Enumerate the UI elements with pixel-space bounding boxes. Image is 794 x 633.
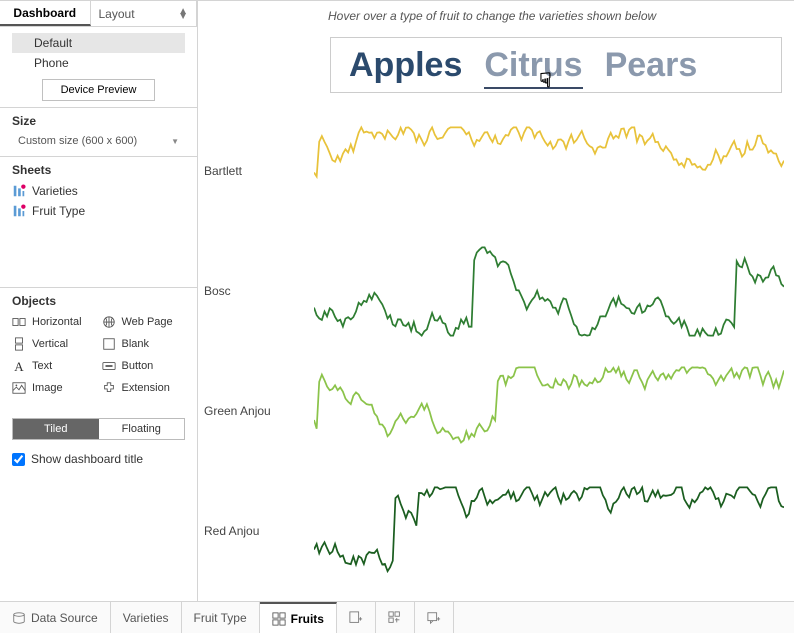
- device-phone[interactable]: Phone: [12, 53, 185, 73]
- sheet-icon: [12, 204, 26, 218]
- object-text[interactable]: AText: [12, 356, 96, 376]
- new-dashboard-button[interactable]: [376, 602, 415, 633]
- footer-sheet-fruit-type[interactable]: Fruit Type: [182, 602, 260, 633]
- sheet-varieties[interactable]: Varieties: [12, 181, 185, 201]
- sparkline-chart: [314, 119, 794, 224]
- placement-segment: Tiled Floating: [12, 418, 185, 440]
- dashboard-canvas: Hover over a type of fruit to change the…: [198, 1, 794, 601]
- footer-data-source[interactable]: Data Source: [0, 602, 111, 633]
- object-vertical[interactable]: Vertical: [12, 334, 96, 354]
- dashboard-sidebar: Dashboard Layout ▲▼ Default Phone Device…: [0, 1, 198, 601]
- footer-sheet-varieties[interactable]: Varieties: [111, 602, 182, 633]
- chart-row-label: Bartlett: [198, 164, 314, 178]
- data-source-icon: [12, 611, 26, 625]
- fruit-selector: Apples Citrus ☟ Pears: [330, 37, 782, 93]
- blank-icon: [102, 337, 116, 351]
- sparkline-chart: [314, 359, 794, 464]
- fruit-pears[interactable]: Pears: [605, 46, 698, 85]
- text-icon: A: [12, 359, 26, 373]
- new-dashboard-icon: [388, 611, 402, 625]
- chart-row-label: Bosc: [198, 284, 314, 298]
- chevron-down-icon: ▼: [171, 137, 179, 146]
- object-image[interactable]: Image: [12, 378, 96, 398]
- button-icon: [102, 359, 116, 373]
- extension-icon: [102, 381, 116, 395]
- hover-hint: Hover over a type of fruit to change the…: [328, 9, 656, 23]
- footer-sheet-fruits[interactable]: Fruits: [260, 602, 337, 633]
- object-blank[interactable]: Blank: [102, 334, 186, 354]
- cursor-icon: ☟: [539, 68, 551, 93]
- chart-row: Red Anjou: [198, 479, 794, 584]
- show-title-row[interactable]: Show dashboard title: [0, 448, 197, 476]
- vertical-icon: [12, 337, 26, 351]
- footer-tabs: Data Source Varieties Fruit Type Fruits: [0, 601, 794, 633]
- tab-dashboard[interactable]: Dashboard: [0, 1, 91, 26]
- new-worksheet-icon: [349, 611, 363, 625]
- expand-icon[interactable]: ▲▼: [178, 9, 188, 19]
- tab-layout[interactable]: Layout ▲▼: [91, 1, 198, 26]
- new-story-icon: [427, 611, 441, 625]
- sparkline-chart: [314, 239, 794, 344]
- chart-row-label: Red Anjou: [198, 524, 314, 538]
- device-preview-button[interactable]: Device Preview: [42, 79, 156, 101]
- fruit-citrus[interactable]: Citrus ☟: [484, 46, 582, 89]
- chart-row: Green Anjou: [198, 359, 794, 464]
- new-worksheet-button[interactable]: [337, 602, 376, 633]
- objects-heading: Objects: [12, 294, 185, 308]
- object-web-page[interactable]: Web Page: [102, 312, 186, 332]
- new-story-button[interactable]: [415, 602, 454, 633]
- device-list: Default Phone: [12, 33, 185, 73]
- device-default[interactable]: Default: [12, 33, 185, 53]
- sheet-icon: [12, 184, 26, 198]
- show-title-checkbox[interactable]: [12, 453, 25, 466]
- image-icon: [12, 381, 26, 395]
- floating-button[interactable]: Floating: [99, 419, 185, 439]
- dashboard-icon: [272, 612, 286, 626]
- chart-row: Bartlett: [198, 119, 794, 224]
- horizontal-icon: [12, 315, 26, 329]
- chart-row: Bosc: [198, 239, 794, 344]
- object-button[interactable]: Button: [102, 356, 186, 376]
- size-select[interactable]: Custom size (600 x 600)▼: [12, 132, 185, 150]
- tiled-button[interactable]: Tiled: [13, 419, 99, 439]
- sheet-fruit-type[interactable]: Fruit Type: [12, 201, 185, 221]
- object-horizontal[interactable]: Horizontal: [12, 312, 96, 332]
- web-page-icon: [102, 315, 116, 329]
- object-extension[interactable]: Extension: [102, 378, 186, 398]
- sheets-heading: Sheets: [12, 163, 185, 177]
- chart-row-label: Green Anjou: [198, 404, 314, 418]
- sparkline-chart: [314, 479, 794, 584]
- size-heading: Size: [12, 114, 185, 128]
- fruit-apples[interactable]: Apples: [349, 46, 462, 85]
